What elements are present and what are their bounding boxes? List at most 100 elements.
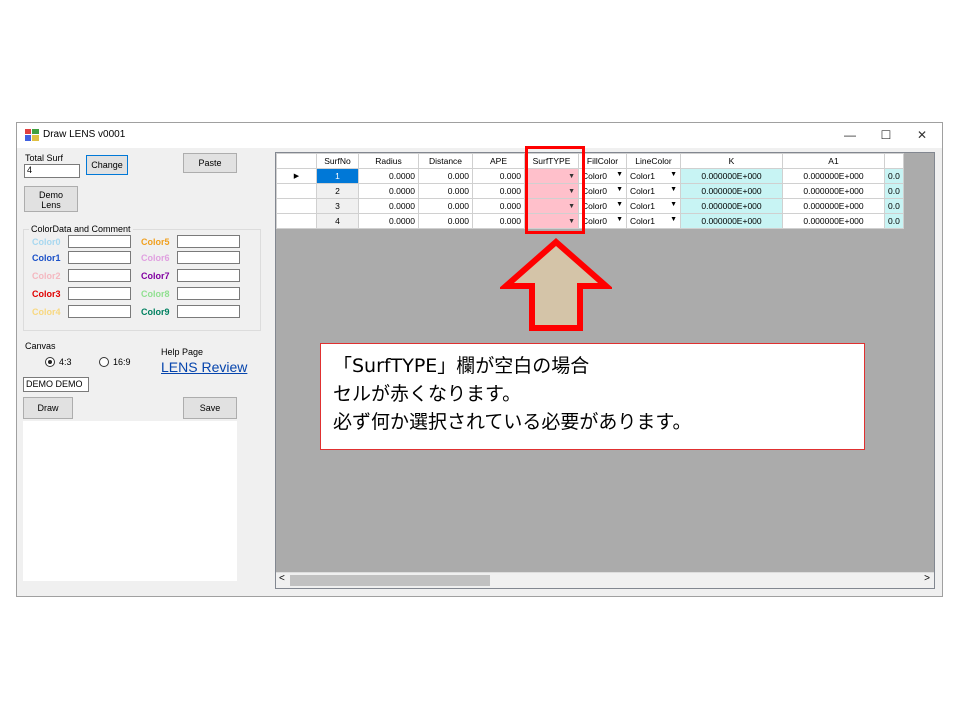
cell-surfno[interactable]: 1	[316, 168, 359, 184]
cell-radius[interactable]: 0.0000	[358, 198, 419, 214]
cell-radius[interactable]: 0.0000	[358, 168, 419, 184]
canvas-radio-4-3[interactable]	[45, 357, 55, 367]
dropdown-arrow-icon: ▼	[670, 186, 677, 193]
cell-radius[interactable]: 0.0000	[358, 213, 419, 229]
cell-ape[interactable]: 0.000	[472, 183, 525, 199]
color3-comment[interactable]	[68, 287, 131, 300]
save-button[interactable]: Save	[183, 397, 237, 419]
cell-a2[interactable]: 0.0	[884, 168, 904, 184]
col-header-fillcolor[interactable]: FillColor	[578, 153, 627, 169]
cell-a1[interactable]: 0.000000E+000	[782, 168, 885, 184]
scrollbar-thumb[interactable]	[290, 575, 490, 586]
preview-canvas[interactable]	[23, 421, 237, 581]
title-bar: Draw LENS v0001 — ☐ ✕	[17, 123, 942, 148]
color5-comment[interactable]	[177, 235, 240, 248]
col-header-linecolor[interactable]: LineColor	[626, 153, 681, 169]
cell-surfno[interactable]: 2	[316, 183, 359, 199]
cell-fillcolor[interactable]: Color0 ▼	[578, 168, 627, 184]
col-header-ape[interactable]: APE	[472, 153, 525, 169]
table-row[interactable]: 3 0.0000 0.000 0.000 ▼ Color0 ▼ Color1 ▼ 0…	[276, 198, 904, 214]
cell-distance[interactable]: 0.000	[418, 183, 473, 199]
cell-k[interactable]: 0.000000E+000	[680, 213, 783, 229]
cell-a2[interactable]: 0.0	[884, 183, 904, 199]
color7-comment[interactable]	[177, 269, 240, 282]
color0-comment[interactable]	[68, 235, 131, 248]
cell-fillcolor[interactable]: Color0 ▼	[578, 198, 627, 214]
dropdown-arrow-icon: ▼	[616, 216, 623, 223]
total-surf-label: Total Surf	[25, 153, 64, 163]
cell-ape[interactable]: 0.000	[472, 198, 525, 214]
cell-a2[interactable]: 0.0	[884, 213, 904, 229]
canvas-radio-16-9[interactable]	[99, 357, 109, 367]
cell-linecolor[interactable]: Color1 ▼	[626, 198, 681, 214]
cell-distance[interactable]: 0.000	[418, 213, 473, 229]
cell-linecolor[interactable]: Color1 ▼	[626, 183, 681, 199]
grid-table: SurfNo Radius Distance APE SurfTYPE Fill…	[276, 153, 904, 229]
color2-label: Color2	[32, 271, 61, 281]
color6-comment[interactable]	[177, 251, 240, 264]
minimize-button[interactable]: —	[832, 125, 868, 145]
draw-button[interactable]: Draw	[23, 397, 73, 419]
table-row[interactable]: 2 0.0000 0.000 0.000 ▼ Color0 ▼ Color1 ▼ 0…	[276, 183, 904, 199]
change-button[interactable]: Change	[86, 155, 128, 175]
window-title: Draw LENS v0001	[43, 129, 126, 140]
cell-a1[interactable]: 0.000000E+000	[782, 183, 885, 199]
color8-label: Color8	[141, 289, 170, 299]
color6-label: Color6	[141, 253, 170, 263]
cell-surfno[interactable]: 4	[316, 213, 359, 229]
col-header-distance[interactable]: Distance	[418, 153, 473, 169]
current-row-arrow-icon: ▶	[276, 168, 317, 184]
cell-distance[interactable]: 0.000	[418, 168, 473, 184]
col-header-k[interactable]: K	[680, 153, 783, 169]
cell-linecolor[interactable]: Color1 ▼	[626, 213, 681, 229]
cell-a1[interactable]: 0.000000E+000	[782, 213, 885, 229]
scroll-right-icon[interactable]: >	[924, 573, 930, 584]
cell-radius[interactable]: 0.0000	[358, 183, 419, 199]
cell-k[interactable]: 0.000000E+000	[680, 198, 783, 214]
color1-label: Color1	[32, 253, 61, 263]
annotation-line1: 「SurfTYPE」欄が空白の場合	[333, 355, 590, 377]
linecolor-value: Color1	[630, 216, 656, 226]
linecolor-value: Color1	[630, 201, 656, 211]
row-header	[276, 183, 317, 199]
cell-k[interactable]: 0.000000E+000	[680, 183, 783, 199]
col-header-surfno[interactable]: SurfNo	[316, 153, 359, 169]
canvas-label: Canvas	[25, 341, 56, 351]
cell-a2[interactable]: 0.0	[884, 198, 904, 214]
cell-a1[interactable]: 0.000000E+000	[782, 198, 885, 214]
close-button[interactable]: ✕	[904, 125, 940, 145]
demo-lens-line1: Demo	[38, 190, 63, 200]
cell-fillcolor[interactable]: Color0 ▼	[578, 213, 627, 229]
color2-comment[interactable]	[68, 269, 131, 282]
table-row[interactable]: ▶ 1 0.0000 0.000 0.000 ▼ Color0 ▼ Color1 ▼…	[276, 168, 904, 184]
color1-comment[interactable]	[68, 251, 131, 264]
scroll-left-icon[interactable]: <	[279, 573, 285, 584]
cell-k[interactable]: 0.000000E+000	[680, 168, 783, 184]
horizontal-scrollbar[interactable]: < >	[276, 572, 934, 588]
color8-comment[interactable]	[177, 287, 240, 300]
col-header-radius[interactable]: Radius	[358, 153, 419, 169]
fillcolor-value: Color0	[582, 171, 608, 181]
cell-distance[interactable]: 0.000	[418, 198, 473, 214]
cell-linecolor[interactable]: Color1 ▼	[626, 168, 681, 184]
fillcolor-value: Color0	[582, 216, 608, 226]
demo-lens-button[interactable]: Demo Lens	[24, 186, 78, 212]
paste-button[interactable]: Paste	[183, 153, 237, 173]
cell-ape[interactable]: 0.000	[472, 168, 525, 184]
fillcolor-value: Color0	[582, 201, 608, 211]
cell-surfno[interactable]: 3	[316, 198, 359, 214]
maximize-button[interactable]: ☐	[868, 125, 904, 145]
canvas-option-16-9-label: 16:9	[113, 357, 131, 367]
demo-text-field[interactable]: DEMO DEMO	[23, 377, 89, 392]
color9-comment[interactable]	[177, 305, 240, 318]
color4-comment[interactable]	[68, 305, 131, 318]
lens-review-link[interactable]: LENS Review	[161, 359, 247, 375]
table-row[interactable]: 4 0.0000 0.000 0.000 ▼ Color0 ▼ Color1 ▼ 0…	[276, 213, 904, 229]
cell-fillcolor[interactable]: Color0 ▼	[578, 183, 627, 199]
color4-label: Color4	[32, 307, 61, 317]
cell-ape[interactable]: 0.000	[472, 213, 525, 229]
dropdown-arrow-icon: ▼	[616, 201, 623, 208]
col-header-a1[interactable]: A1	[782, 153, 885, 169]
total-surf-input[interactable]: 4	[24, 164, 80, 178]
dropdown-arrow-icon: ▼	[616, 171, 623, 178]
